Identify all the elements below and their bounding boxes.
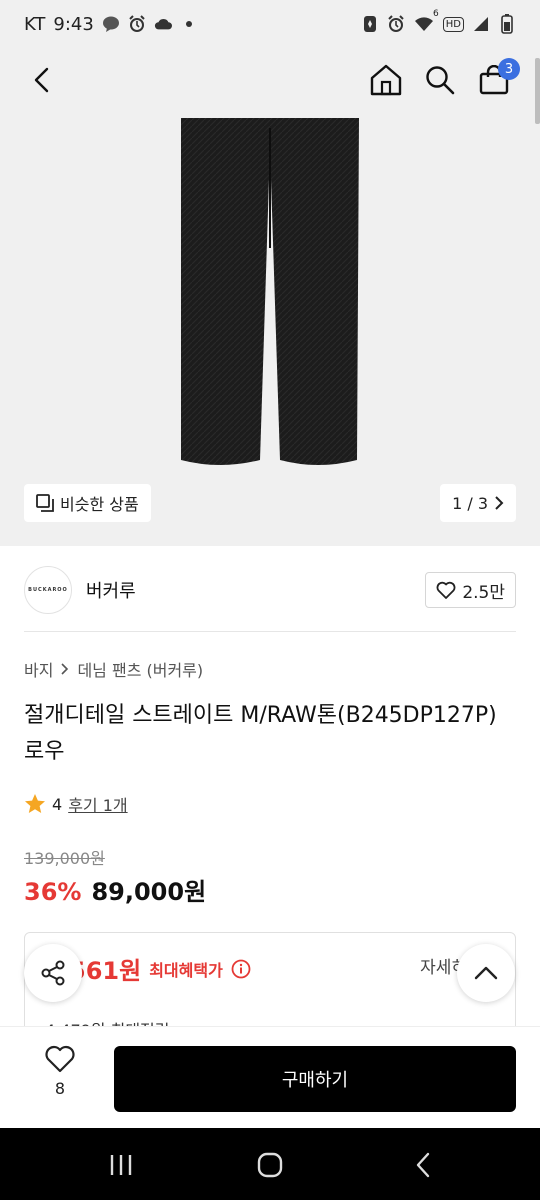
bottom-action-bar: 8 구매하기 (0, 1026, 540, 1128)
alarm-icon (128, 15, 146, 33)
talk-icon (102, 15, 120, 33)
star-icon (25, 794, 45, 813)
brand-name[interactable]: 버커루 (86, 577, 136, 603)
buy-button[interactable]: 구매하기 (114, 1046, 516, 1112)
brand-like-button[interactable]: 2.5만 (425, 572, 516, 608)
max-benefit-row: 561원 최대혜택가 (69, 951, 251, 986)
discount-rate: 36% (24, 878, 82, 906)
dot-icon (180, 15, 198, 33)
wifi-icon: 6 (413, 9, 439, 33)
home-button[interactable] (366, 60, 406, 100)
wish-count: 8 (54, 1079, 66, 1098)
similar-items-icon (36, 494, 54, 512)
recents-button[interactable] (104, 1148, 138, 1182)
product-image (181, 118, 359, 465)
sale-price: 89,000원 (91, 878, 207, 906)
search-button[interactable] (420, 60, 460, 100)
image-pager[interactable]: 1 / 3 (440, 484, 516, 522)
status-bar: KT 9:43 6 HD (0, 0, 540, 48)
cloud-icon (154, 15, 172, 33)
battery-icon (498, 14, 516, 34)
recents-icon (110, 1155, 132, 1175)
cart-count-badge: 3 (498, 58, 520, 80)
status-right: 6 HD (361, 9, 516, 34)
review-count-link[interactable]: 후기 1개 (68, 792, 127, 816)
share-button[interactable] (24, 944, 82, 1002)
system-nav-bar (0, 1128, 540, 1200)
wifi-superscript: 6 (433, 9, 439, 19)
brand-row: BUCKAROO 버커루 2.5만 (24, 564, 516, 616)
breadcrumb: 바지 데님 팬츠 (버커루) (24, 657, 203, 681)
share-icon (41, 960, 65, 986)
back-icon (416, 1152, 430, 1178)
back-button[interactable] (22, 60, 62, 100)
chevron-right-icon (495, 496, 504, 510)
vpn-icon (361, 15, 379, 33)
hd-icon: HD (442, 16, 464, 32)
heart-icon (436, 581, 456, 599)
cart-button[interactable]: 3 (474, 58, 520, 100)
brand-logo[interactable]: BUCKAROO (24, 566, 72, 614)
max-benefit-label: 최대혜택가 (149, 960, 223, 980)
home-nav-button[interactable] (253, 1148, 287, 1182)
search-icon (426, 66, 455, 95)
status-left: KT 9:43 (24, 14, 198, 35)
heart-icon (45, 1045, 75, 1073)
signal-icon (472, 15, 490, 33)
chevron-right-icon (61, 663, 69, 675)
carrier-label: KT (24, 13, 46, 35)
back-nav-button[interactable] (406, 1148, 440, 1182)
pager-label: 1 / 3 (452, 493, 488, 513)
brand-logo-text: BUCKAROO (28, 587, 68, 593)
rating-row: 4 후기 1개 (24, 792, 128, 816)
wish-button[interactable]: 8 (36, 1045, 84, 1098)
product-title: 절개디테일 스트레이트 M/RAW톤(B245DP127P) 로우 (24, 703, 497, 764)
scroll-to-top-button[interactable] (457, 944, 515, 1002)
brand-like-count: 2.5만 (462, 582, 505, 603)
clock: 9:43 (53, 13, 94, 35)
divider (24, 631, 516, 632)
top-nav: 3 (0, 48, 540, 112)
similar-products-label: 비슷한 상품 (60, 495, 139, 514)
original-price: 139,000원 (24, 849, 105, 868)
scrollbar[interactable] (535, 58, 540, 124)
info-icon[interactable] (231, 959, 251, 979)
similar-products-button[interactable]: 비슷한 상품 (24, 484, 151, 522)
breadcrumb-category[interactable]: 바지 (24, 657, 53, 681)
chevron-up-icon (474, 966, 498, 980)
home-circle-icon (257, 1152, 283, 1178)
alarm-icon-right (387, 15, 405, 33)
home-icon (370, 64, 402, 96)
rating-value: 4 (52, 794, 63, 814)
product-image-gallery[interactable]: 3 비슷한 상품 1 / 3 (0, 48, 540, 546)
breadcrumb-subcategory[interactable]: 데님 팬츠 (버커루) (77, 657, 203, 681)
price-row: 36% 89,000원 (24, 872, 206, 907)
back-arrow-icon (34, 67, 49, 93)
